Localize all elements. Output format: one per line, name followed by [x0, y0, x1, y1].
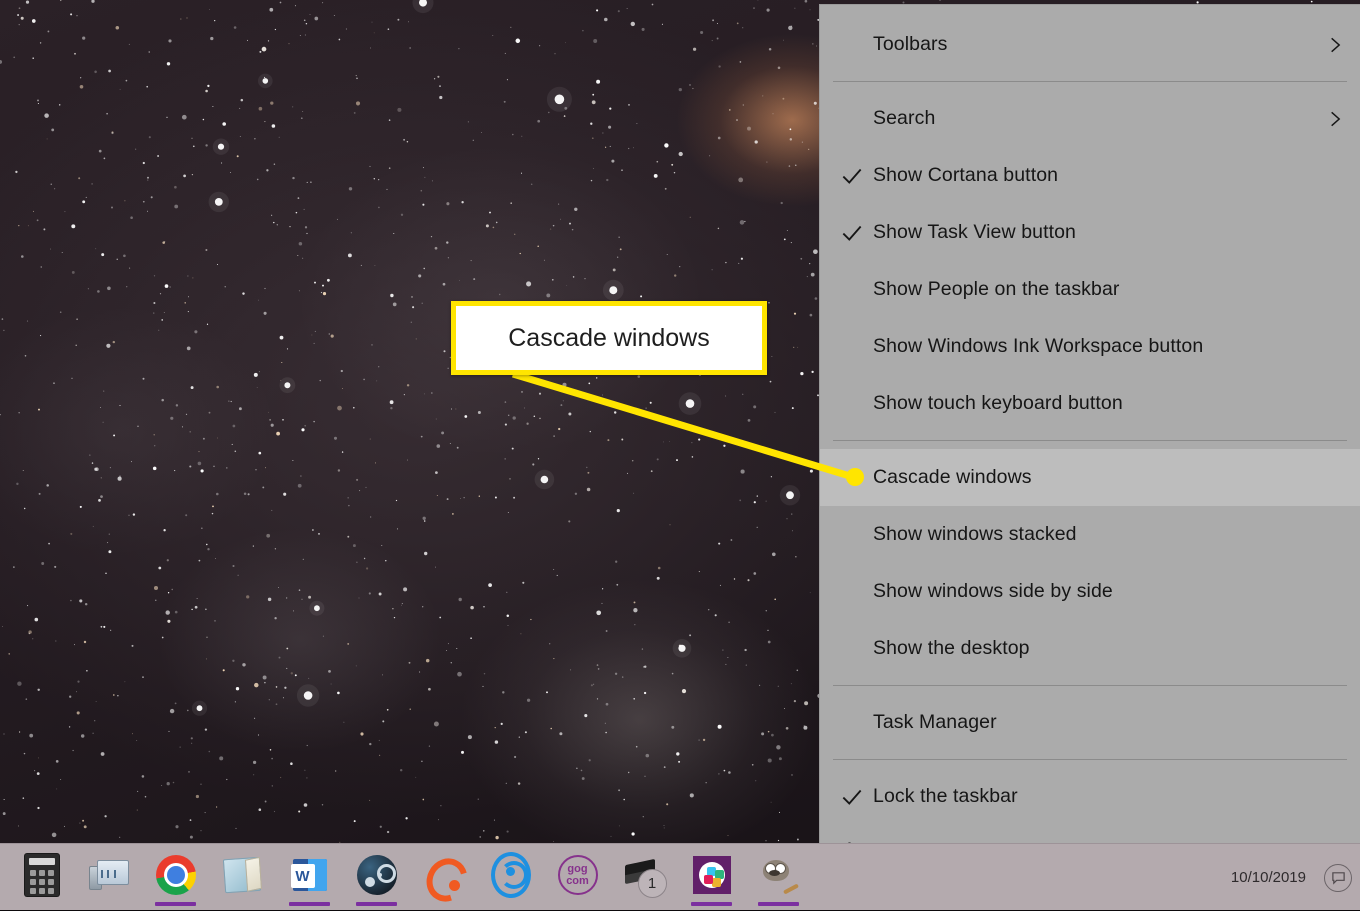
- gog-icon: gog com: [557, 855, 598, 895]
- menu-item-label: Task Manager: [873, 711, 997, 733]
- menu-item-showdesktop[interactable]: Show the desktop: [820, 620, 1360, 677]
- running-indicator: [356, 902, 397, 906]
- uplay-icon: [490, 852, 531, 898]
- taskbar-button-gog[interactable]: gog com: [544, 844, 611, 906]
- chevron-right-icon: [1325, 35, 1345, 55]
- menu-item-toolbars[interactable]: Toolbars: [820, 16, 1360, 73]
- check-icon: [839, 220, 865, 246]
- menu-item-search[interactable]: Search: [820, 90, 1360, 147]
- running-indicator: [691, 902, 732, 906]
- menu-item-label: Show Windows Ink Workspace button: [873, 335, 1204, 357]
- taskbar-button-gimp[interactable]: [745, 844, 812, 906]
- menu-item-taskview[interactable]: Show Task View button: [820, 204, 1360, 261]
- taskbar[interactable]: Wgog com 1 10/10/2019: [0, 843, 1360, 910]
- menu-separator: [820, 677, 1360, 694]
- menu-item-sidebyside[interactable]: Show windows side by side: [820, 563, 1360, 620]
- menu-item-label: Lock the taskbar: [873, 785, 1018, 807]
- tray-date: 10/10/2019: [1230, 868, 1306, 886]
- origin-icon: [418, 851, 475, 909]
- menu-item-label: Show touch keyboard button: [873, 392, 1123, 414]
- archive-box-icon: 1: [624, 855, 667, 898]
- running-indicator: [155, 902, 196, 906]
- taskbar-button-calculator[interactable]: [8, 844, 75, 906]
- menu-item-label: Show Task View button: [873, 221, 1077, 243]
- calculator-icon: [22, 854, 62, 896]
- menu-item-locktaskbar[interactable]: Lock the taskbar: [820, 768, 1360, 825]
- menu-item-label: Show windows side by side: [873, 580, 1113, 602]
- menu-item-touchkeyboard[interactable]: Show touch keyboard button: [820, 375, 1360, 432]
- taskbar-button-origin[interactable]: [410, 844, 477, 909]
- check-icon: [839, 784, 865, 810]
- taskbar-button-performance[interactable]: [75, 844, 142, 906]
- taskbar-button-steam[interactable]: [343, 844, 410, 906]
- menu-item-ink[interactable]: Show Windows Ink Workspace button: [820, 318, 1360, 375]
- menu-separator: [820, 432, 1360, 449]
- menu-item-cascade[interactable]: Cascade windows: [820, 449, 1360, 506]
- callout-text: Cascade windows: [508, 323, 710, 352]
- taskbar-button-slack[interactable]: [678, 844, 745, 906]
- menu-separator: [820, 73, 1360, 90]
- taskbar-button-notepad[interactable]: [209, 844, 276, 906]
- menu-item-label: Toolbars: [873, 33, 948, 55]
- slack-icon: [692, 855, 732, 895]
- menu-item-label: Cascade windows: [873, 466, 1032, 488]
- taskbar-context-menu[interactable]: Toolbars Search Show Cortana button Show Ta…: [819, 4, 1360, 882]
- gimp-icon: [759, 855, 799, 895]
- clock-date[interactable]: 10/10/2019: [1231, 869, 1306, 886]
- taskbar-button-uplay[interactable]: [477, 844, 544, 906]
- chrome-icon: [155, 855, 196, 895]
- chevron-right-icon: [1325, 109, 1345, 129]
- taskbar-button-chrome[interactable]: [142, 844, 209, 906]
- check-icon: [839, 163, 865, 189]
- menu-item-label: Show People on the taskbar: [873, 278, 1120, 300]
- word-icon: W: [290, 855, 330, 895]
- monitor-icon: [88, 855, 129, 895]
- menu-item-cortana[interactable]: Show Cortana button: [820, 147, 1360, 204]
- action-center-icon[interactable]: [1324, 863, 1352, 892]
- taskbar-items: Wgog com 1: [8, 844, 812, 911]
- steam-icon: [356, 855, 397, 895]
- notepad-icon: [222, 855, 263, 895]
- system-tray[interactable]: 10/10/2019: [1231, 844, 1352, 911]
- menu-separator: [820, 751, 1360, 768]
- taskbar-button-archive[interactable]: 1: [611, 844, 678, 906]
- menu-item-label: Search: [873, 107, 936, 129]
- menu-item-stacked[interactable]: Show windows stacked: [820, 506, 1360, 563]
- menu-item-label: Show Cortana button: [873, 164, 1059, 186]
- menu-item-taskmanager[interactable]: Task Manager: [820, 694, 1360, 751]
- menu-item-label: Show the desktop: [873, 637, 1030, 659]
- callout-box: Cascade windows: [451, 301, 767, 375]
- taskbar-button-word[interactable]: W: [276, 844, 343, 906]
- menu-item-label: Show windows stacked: [873, 523, 1077, 545]
- menu-item-people[interactable]: Show People on the taskbar: [820, 261, 1360, 318]
- running-indicator: [289, 902, 330, 906]
- running-indicator: [758, 902, 799, 906]
